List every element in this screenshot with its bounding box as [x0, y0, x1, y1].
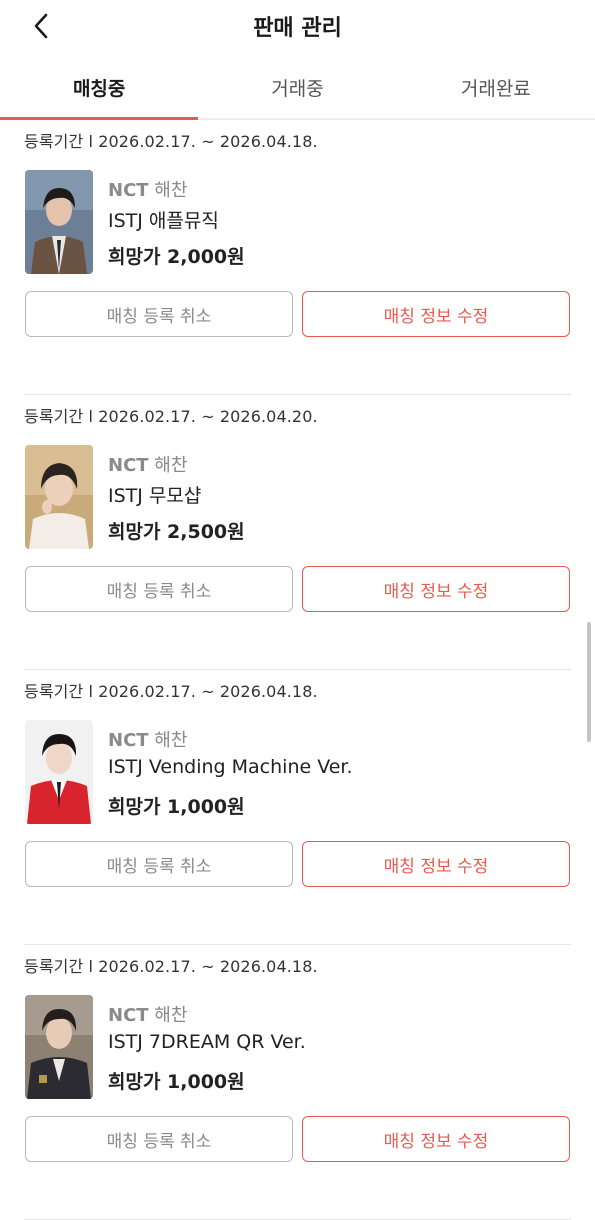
listing-card: 등록기간 l 2026.02.17. ~ 2026.04.18. NCT 해찬 … — [0, 120, 595, 395]
cancel-matching-button[interactable]: 매칭 등록 취소 — [25, 1116, 293, 1162]
tab-matching[interactable]: 매칭중 — [0, 60, 199, 120]
group-name: NCT — [108, 180, 149, 201]
group-name: NCT — [108, 730, 149, 751]
listing-card: 등록기간 l 2026.02.17. ~ 2026.04.20. NCT 해찬 … — [0, 395, 595, 670]
listing-card: 등록기간 l 2026.02.17. ~ 2026.04.18. NCT 해찬 … — [0, 945, 595, 1220]
photocard-thumbnail[interactable] — [25, 995, 93, 1099]
registration-period: 등록기간 l 2026.02.17. ~ 2026.04.18. — [24, 682, 318, 701]
artist-name: NCT 해찬 — [108, 451, 187, 477]
artist-name: NCT 해찬 — [108, 726, 187, 752]
edit-matching-button[interactable]: 매칭 정보 수정 — [302, 291, 570, 337]
desired-price: 희망가 1,000원 — [108, 1071, 245, 1093]
listing-list: 등록기간 l 2026.02.17. ~ 2026.04.18. NCT 해찬 … — [0, 120, 595, 1220]
desired-price: 희망가 2,500원 — [108, 521, 245, 543]
tab-completed[interactable]: 거래완료 — [397, 60, 595, 118]
member-name: 해찬 — [154, 455, 188, 476]
artist-name: NCT 해찬 — [108, 176, 187, 202]
artist-name: NCT 해찬 — [108, 1001, 187, 1027]
cancel-matching-button[interactable]: 매칭 등록 취소 — [25, 566, 293, 612]
item-title: ISTJ 애플뮤직 — [108, 210, 219, 232]
app-header: 판매 관리 — [0, 0, 595, 52]
page-title: 판매 관리 — [253, 16, 342, 41]
cancel-matching-button[interactable]: 매칭 등록 취소 — [25, 841, 293, 887]
scrollbar[interactable] — [587, 622, 591, 742]
desired-price: 희망가 1,000원 — [108, 796, 245, 818]
tab-in-trade[interactable]: 거래중 — [198, 60, 396, 118]
member-name: 해찬 — [154, 730, 188, 751]
cancel-matching-button[interactable]: 매칭 등록 취소 — [25, 291, 293, 337]
edit-matching-button[interactable]: 매칭 정보 수정 — [302, 1116, 570, 1162]
group-name: NCT — [108, 455, 149, 476]
tab-bar: 매칭중 거래중 거래완료 — [0, 60, 595, 120]
registration-period: 등록기간 l 2026.02.17. ~ 2026.04.18. — [24, 132, 318, 151]
listing-card: 등록기간 l 2026.02.17. ~ 2026.04.18. NCT 해찬 … — [0, 670, 595, 945]
item-title: ISTJ 무모샵 — [108, 485, 202, 507]
registration-period: 등록기간 l 2026.02.17. ~ 2026.04.18. — [24, 957, 318, 976]
item-title: ISTJ Vending Machine Ver. — [108, 756, 353, 778]
group-name: NCT — [108, 1005, 149, 1026]
registration-period: 등록기간 l 2026.02.17. ~ 2026.04.20. — [24, 407, 318, 426]
edit-matching-button[interactable]: 매칭 정보 수정 — [302, 841, 570, 887]
photocard-thumbnail[interactable] — [25, 720, 93, 824]
photocard-thumbnail[interactable] — [25, 445, 93, 549]
edit-matching-button[interactable]: 매칭 정보 수정 — [302, 566, 570, 612]
item-title: ISTJ 7DREAM QR Ver. — [108, 1031, 306, 1053]
desired-price: 희망가 2,000원 — [108, 246, 245, 268]
member-name: 해찬 — [154, 180, 188, 201]
photocard-thumbnail[interactable] — [25, 170, 93, 274]
member-name: 해찬 — [154, 1005, 188, 1026]
